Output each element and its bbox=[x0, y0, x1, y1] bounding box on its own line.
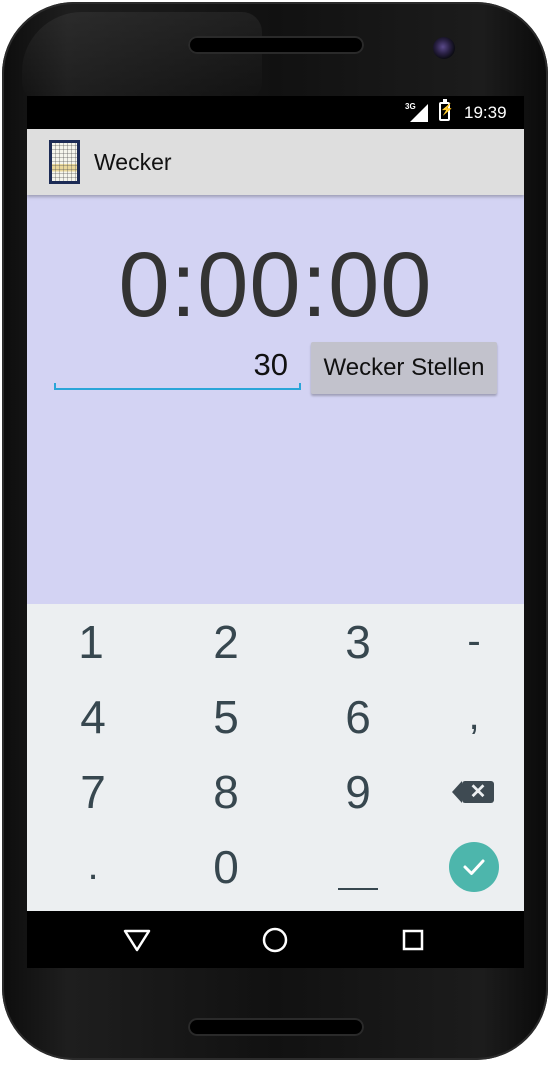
earpiece-speaker bbox=[188, 36, 364, 54]
bottom-speaker bbox=[188, 1018, 364, 1036]
device-screen: 3G ⚡ 19:39 Wecker 0:00:00 Wecker Stellen… bbox=[27, 96, 524, 968]
timer-display: 0:00:00 bbox=[118, 234, 433, 336]
key-period[interactable]: . bbox=[31, 829, 155, 904]
signal-icon bbox=[410, 104, 428, 122]
recents-square-icon[interactable] bbox=[398, 925, 428, 955]
key-comma[interactable]: , bbox=[412, 679, 524, 754]
frame-gloss bbox=[22, 12, 262, 102]
set-alarm-button[interactable]: Wecker Stellen bbox=[311, 342, 497, 394]
key-3[interactable]: 3 bbox=[296, 604, 420, 679]
front-camera bbox=[433, 37, 455, 59]
key-9[interactable]: 9 bbox=[296, 754, 420, 829]
charging-bolt: ⚡ bbox=[440, 104, 454, 116]
key-7[interactable]: 7 bbox=[31, 754, 155, 829]
backspace-icon: ✕ bbox=[452, 780, 494, 803]
input-underline bbox=[54, 383, 301, 390]
key-1[interactable]: 1 bbox=[29, 604, 153, 679]
wecker-app-icon bbox=[49, 140, 80, 184]
numeric-keypad: 1 2 3 - 4 5 6 , 7 8 9 ✕ . 0 bbox=[27, 604, 524, 911]
status-bar: 3G ⚡ 19:39 bbox=[27, 96, 524, 129]
navigation-bar bbox=[27, 911, 524, 968]
minutes-input[interactable] bbox=[54, 343, 300, 387]
done-key[interactable] bbox=[412, 829, 524, 904]
underscore-space-icon bbox=[338, 887, 378, 890]
key-4[interactable]: 4 bbox=[31, 679, 155, 754]
backspace-key[interactable]: ✕ bbox=[412, 754, 524, 829]
home-circle-icon[interactable] bbox=[260, 925, 290, 955]
check-icon bbox=[449, 841, 499, 892]
key-8[interactable]: 8 bbox=[164, 754, 288, 829]
key-5[interactable]: 5 bbox=[164, 679, 288, 754]
back-triangle-icon[interactable] bbox=[122, 925, 152, 955]
key-6[interactable]: 6 bbox=[296, 679, 420, 754]
main-content: 0:00:00 Wecker Stellen bbox=[27, 195, 524, 604]
space-key[interactable] bbox=[296, 829, 420, 904]
key-minus[interactable]: - bbox=[412, 604, 524, 679]
key-2[interactable]: 2 bbox=[164, 604, 288, 679]
action-bar: Wecker bbox=[27, 129, 524, 195]
battery-charging-icon: ⚡ bbox=[439, 99, 454, 121]
status-clock: 19:39 bbox=[464, 103, 507, 122]
key-0[interactable]: 0 bbox=[164, 829, 288, 904]
app-title: Wecker bbox=[94, 149, 172, 175]
